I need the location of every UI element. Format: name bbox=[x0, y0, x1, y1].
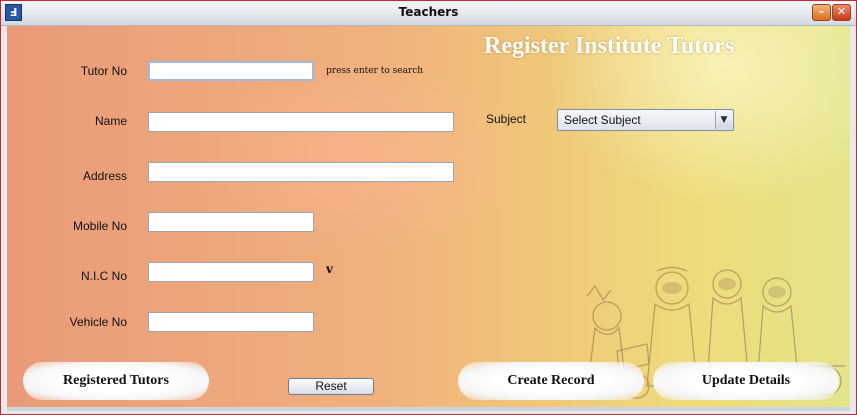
close-icon: ✕ bbox=[836, 5, 847, 18]
tutor-no-label: Tutor No bbox=[80, 64, 127, 78]
registered-tutors-button[interactable]: Registered Tutors bbox=[23, 362, 209, 400]
nic-no-label: N.I.C No bbox=[80, 269, 127, 283]
subject-select-value: Select Subject bbox=[564, 113, 641, 127]
nic-no-input[interactable] bbox=[148, 262, 314, 282]
window-title: Teachers bbox=[398, 5, 459, 19]
search-hint: press enter to search bbox=[326, 66, 424, 76]
minimize-icon: – bbox=[818, 5, 825, 18]
window-bottom-edge bbox=[7, 407, 850, 411]
mobile-no-label: Mobile No bbox=[72, 219, 127, 233]
subject-label: Subject bbox=[485, 112, 526, 126]
vehicle-no-input[interactable] bbox=[148, 312, 314, 332]
name-label: Name bbox=[94, 114, 127, 128]
address-input[interactable] bbox=[148, 162, 454, 182]
address-label: Address bbox=[82, 169, 127, 183]
minimize-button[interactable]: – bbox=[812, 4, 831, 21]
reset-button[interactable]: Reset bbox=[288, 378, 374, 395]
vehicle-no-label: Vehicle No bbox=[69, 315, 127, 329]
tutor-no-input[interactable] bbox=[148, 61, 314, 81]
chevron-down-icon[interactable]: ▼ bbox=[715, 111, 732, 129]
form-panel: Register Institute Tutors Tutor No press… bbox=[7, 26, 850, 407]
subject-select[interactable]: Select Subject ▼ bbox=[557, 109, 734, 131]
nic-suffix: v bbox=[326, 262, 333, 276]
create-record-button[interactable]: Create Record bbox=[458, 362, 644, 400]
update-details-button[interactable]: Update Details bbox=[653, 362, 839, 400]
mobile-no-input[interactable] bbox=[148, 212, 314, 232]
close-button[interactable]: ✕ bbox=[832, 4, 851, 21]
page-title: Register Institute Tutors bbox=[484, 33, 735, 59]
teachers-window: Ⅎ Teachers – ✕ Register Institute Tutors… bbox=[0, 0, 857, 415]
title-bar[interactable]: Ⅎ Teachers – ✕ bbox=[1, 1, 856, 26]
